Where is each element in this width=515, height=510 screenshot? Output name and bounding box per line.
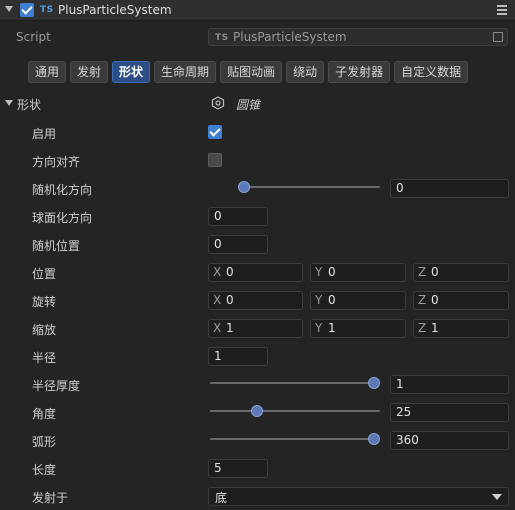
chevron-down-icon	[492, 494, 502, 500]
position-x-value: 0	[226, 265, 234, 279]
scale-x-value: 1	[226, 321, 234, 335]
scale-x-field[interactable]: X 1	[208, 319, 303, 338]
position-y-field[interactable]: Y 0	[310, 263, 406, 282]
axis-z-label: Z	[418, 293, 427, 307]
tab-sub-emitters[interactable]: 子发射器	[328, 61, 391, 83]
radius-thickness-slider[interactable]	[210, 377, 380, 389]
radius-input[interactable]: 1	[208, 347, 268, 366]
slider-handle[interactable]	[238, 181, 250, 193]
component-header: TS PlusParticleSystem	[0, 0, 515, 21]
angle-slider[interactable]	[210, 405, 380, 417]
random-direction-slider[interactable]	[238, 181, 380, 193]
slider-track	[244, 186, 380, 188]
hexagon-icon	[211, 96, 225, 110]
length-label: 长度	[32, 463, 57, 477]
rotation-z-field[interactable]: Z 0	[413, 291, 509, 310]
open-script-icon[interactable]	[493, 32, 503, 42]
random-position-input[interactable]: 0	[208, 235, 268, 254]
radius-thickness-label: 半径厚度	[32, 379, 81, 393]
axis-y-label: Y	[315, 265, 323, 279]
script-field[interactable]: TS PlusParticleSystem	[208, 28, 508, 46]
position-x-field[interactable]: X 0	[208, 263, 303, 282]
angle-label: 角度	[32, 407, 57, 421]
scale-label: 缩放	[32, 323, 57, 337]
collapse-arrow-icon[interactable]	[5, 6, 13, 12]
scale-y-value: 1	[328, 321, 336, 335]
typescript-icon: TS	[40, 5, 54, 15]
axis-x-label: X	[213, 265, 222, 279]
arc-input[interactable]: 360	[390, 431, 509, 450]
script-label: Script	[16, 30, 51, 44]
slider-track	[210, 410, 380, 412]
module-tabs: 通用 发射 形状 生命周期 贴图动画 绕动 子发射器 自定义数据	[28, 61, 469, 83]
axis-x-label: X	[213, 293, 222, 307]
emit-from-value: 底	[215, 491, 228, 505]
axis-z-label: Z	[418, 265, 427, 279]
slider-track	[210, 438, 374, 440]
position-z-field[interactable]: Z 0	[413, 263, 509, 282]
arc-slider[interactable]	[210, 433, 380, 445]
position-label: 位置	[32, 267, 57, 281]
rotation-z-value: 0	[431, 293, 439, 307]
slider-track	[210, 382, 374, 384]
random-direction-label: 随机化方向	[32, 183, 93, 197]
rotation-x-field[interactable]: X 0	[208, 291, 303, 310]
spherize-direction-input[interactable]: 0	[208, 207, 268, 226]
enabled-checkbox[interactable]	[208, 125, 222, 139]
section-collapse-icon[interactable]	[5, 100, 13, 106]
spherize-direction-label: 球面化方向	[32, 211, 93, 225]
scale-y-field[interactable]: Y 1	[310, 319, 406, 338]
rotation-label: 旋转	[32, 295, 57, 309]
menu-icon[interactable]	[497, 5, 507, 15]
align-direction-checkbox[interactable]	[208, 153, 222, 167]
emit-from-label: 发射于	[32, 491, 69, 505]
scale-z-value: 1	[431, 321, 439, 335]
angle-input[interactable]: 25	[390, 403, 509, 422]
tab-texture-animation[interactable]: 贴图动画	[220, 61, 283, 83]
component-enabled-checkbox[interactable]	[20, 3, 34, 17]
tab-emission[interactable]: 发射	[70, 61, 109, 83]
axis-x-label: X	[213, 321, 222, 335]
tab-shape[interactable]: 形状	[112, 61, 151, 83]
axis-y-label: Y	[315, 293, 323, 307]
script-name: PlusParticleSystem	[233, 30, 347, 44]
align-direction-label: 方向对齐	[32, 155, 81, 169]
axis-y-label: Y	[315, 321, 323, 335]
enabled-label: 启用	[32, 127, 57, 141]
position-z-value: 0	[431, 265, 439, 279]
scale-z-field[interactable]: Z 1	[413, 319, 509, 338]
tab-custom-data[interactable]: 自定义数据	[394, 61, 469, 83]
random-direction-input[interactable]: 0	[390, 179, 509, 198]
length-input[interactable]: 5	[208, 459, 268, 478]
shape-type-value[interactable]: 圆锥	[236, 96, 260, 113]
radius-label: 半径	[32, 351, 57, 365]
axis-z-label: Z	[418, 321, 427, 335]
rotation-y-value: 0	[328, 293, 336, 307]
tab-general[interactable]: 通用	[28, 61, 67, 83]
tab-lifetime[interactable]: 生命周期	[154, 61, 217, 83]
slider-handle[interactable]	[251, 405, 264, 417]
rotation-y-field[interactable]: Y 0	[310, 291, 406, 310]
arc-label: 弧形	[32, 435, 57, 449]
tab-noise[interactable]: 绕动	[286, 61, 325, 83]
typescript-icon: TS	[215, 33, 229, 43]
radius-thickness-input[interactable]: 1	[390, 375, 509, 394]
position-y-value: 0	[328, 265, 336, 279]
slider-handle[interactable]	[368, 433, 380, 445]
component-title: PlusParticleSystem	[58, 3, 172, 17]
emit-from-dropdown[interactable]: 底	[208, 487, 509, 506]
section-title: 形状	[17, 98, 42, 112]
random-position-label: 随机位置	[32, 239, 81, 253]
rotation-x-value: 0	[226, 293, 234, 307]
slider-handle[interactable]	[368, 377, 380, 389]
